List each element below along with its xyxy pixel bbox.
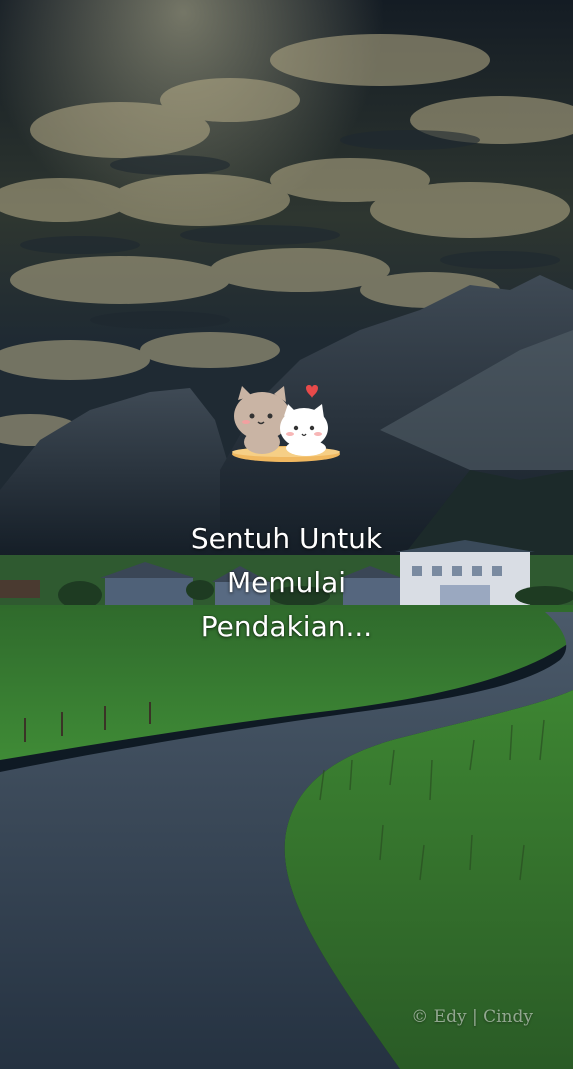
cta-line-1: Sentuh Untuk: [190, 522, 383, 555]
splash-screen[interactable]: Sentuh Untuk Memulai Pendakian... © Edy …: [0, 0, 573, 1069]
cta-line-3: Pendakian...: [200, 610, 373, 643]
two-cats-hugging-icon: [232, 385, 340, 462]
photo-watermark: © Edy | Cindy: [411, 1007, 533, 1027]
cta-line-2: Memulai: [226, 566, 347, 599]
heart-icon: [306, 385, 318, 398]
tap-to-start-prompt[interactable]: Sentuh Untuk Memulai Pendakian...: [0, 517, 573, 649]
